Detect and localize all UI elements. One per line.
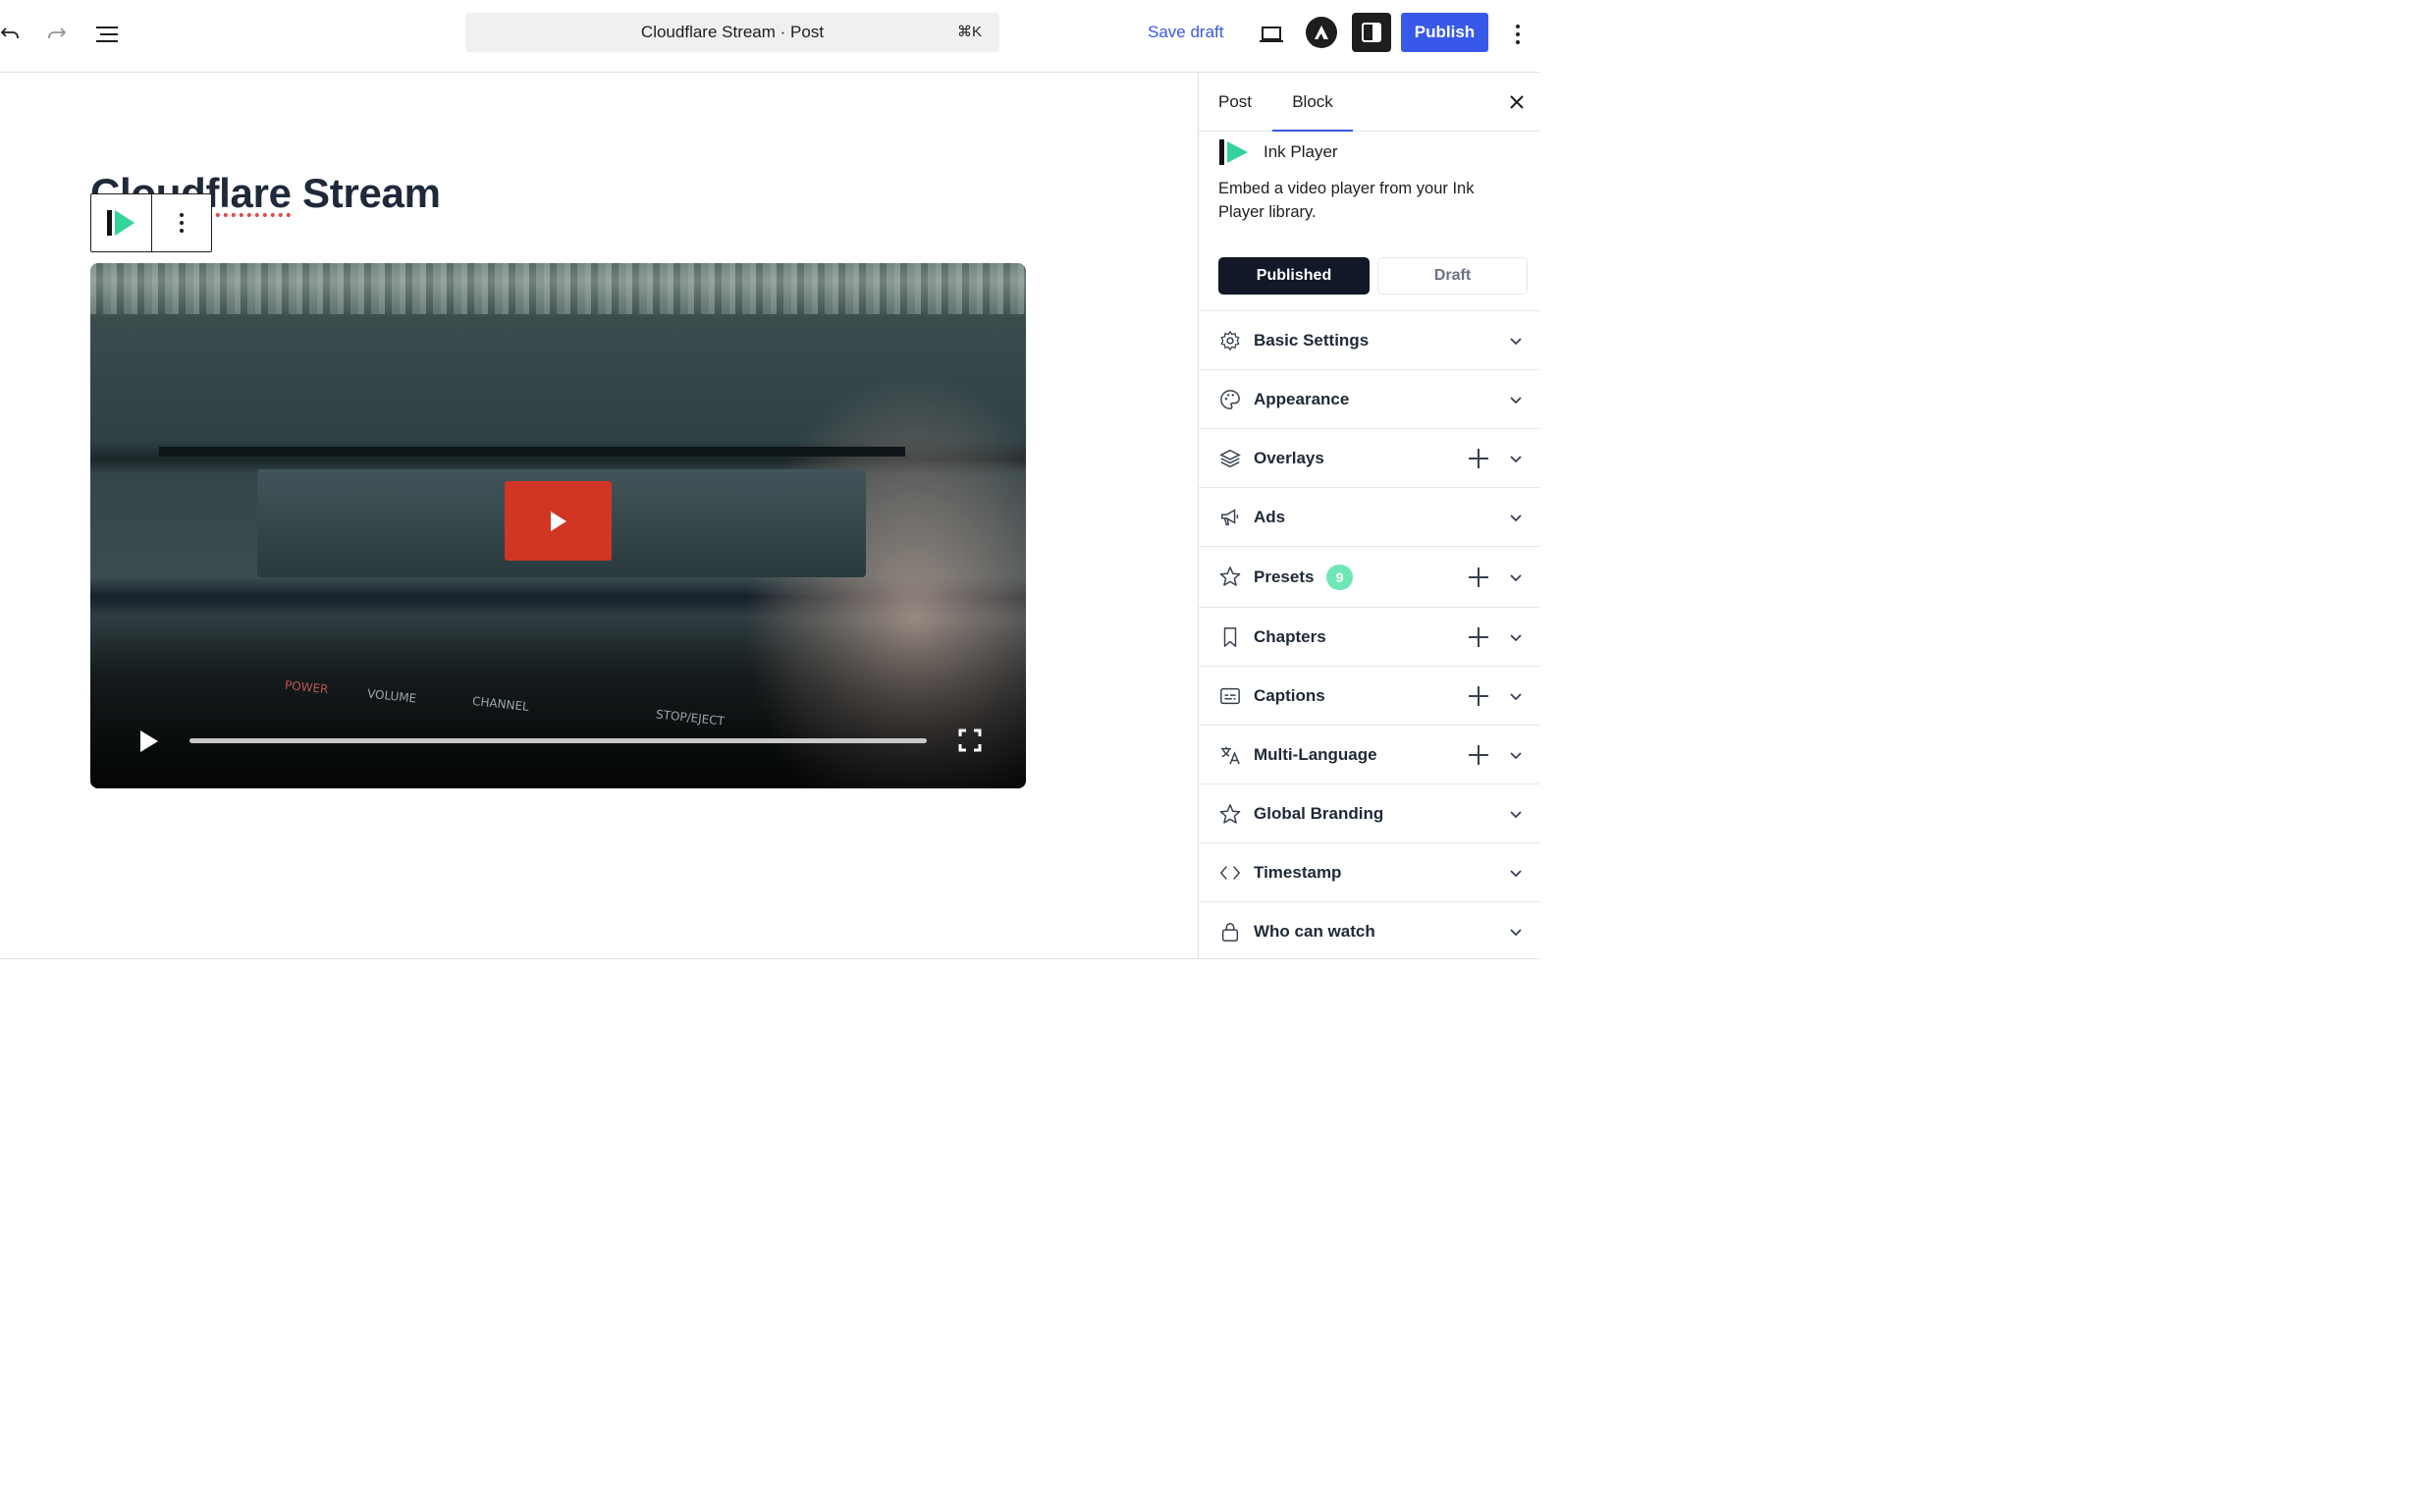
video-controls-gradient — [90, 621, 1026, 788]
section-label: Overlays — [1254, 449, 1324, 467]
add-icon[interactable] — [1468, 685, 1489, 707]
section-label: Global Branding — [1254, 804, 1384, 823]
section-label: Chapters — [1254, 627, 1326, 646]
section-global-branding[interactable]: Global Branding — [1199, 783, 1539, 842]
section-label: Captions — [1254, 686, 1325, 705]
ink-player-logo-icon — [1219, 139, 1248, 165]
fullscreen-icon[interactable] — [958, 729, 982, 752]
post-title-rest: Stream — [291, 170, 441, 216]
undo-icon[interactable] — [0, 17, 27, 52]
plugin-description: Embed a video player from your Ink Playe… — [1218, 180, 1475, 221]
add-icon[interactable] — [1468, 448, 1489, 469]
section-captions[interactable]: Captions — [1199, 666, 1539, 725]
video-frame-texture — [90, 263, 1026, 314]
section-label: Ads — [1254, 508, 1286, 526]
chevron-down-icon — [1510, 752, 1522, 760]
star-icon — [1219, 804, 1241, 824]
chevron-down-icon — [1510, 397, 1522, 405]
section-appearance[interactable]: Appearance — [1199, 369, 1539, 428]
more-options-icon[interactable] — [1500, 17, 1535, 52]
chevron-down-icon — [1510, 929, 1522, 937]
presets-count-badge: 9 — [1326, 565, 1353, 590]
settings-sidebar: Post Block Ink Player Embed a video play… — [1198, 73, 1539, 958]
add-icon[interactable] — [1468, 744, 1489, 766]
section-timestamp[interactable]: Timestamp — [1199, 842, 1539, 901]
sidebar-tabs: Post Block — [1199, 73, 1539, 132]
chevron-down-icon — [1510, 811, 1522, 819]
section-multi-language[interactable]: Multi-Language — [1199, 725, 1539, 783]
chevron-down-icon — [1510, 693, 1522, 701]
section-label: Presets — [1254, 567, 1315, 586]
block-options-icon[interactable] — [150, 194, 211, 251]
command-palette-button[interactable]: Cloudflare Stream · Post ⌘K — [465, 13, 999, 52]
sidebar-toggle-icon[interactable] — [1352, 13, 1391, 52]
chevron-down-icon — [1510, 514, 1522, 522]
chevron-down-icon — [1510, 574, 1522, 582]
video-frame-slot — [159, 447, 905, 457]
section-label: Who can watch — [1254, 922, 1375, 941]
layers-icon — [1219, 449, 1241, 468]
captions-icon — [1220, 687, 1240, 705]
section-basic-settings[interactable]: Basic Settings — [1199, 310, 1539, 369]
chevron-down-icon — [1510, 456, 1522, 463]
status-draft-button[interactable]: Draft — [1377, 257, 1528, 295]
lock-icon — [1221, 923, 1239, 942]
section-chapters[interactable]: Chapters — [1199, 607, 1539, 666]
block-toolbar — [90, 193, 212, 252]
code-icon — [1219, 866, 1241, 880]
add-icon[interactable] — [1468, 626, 1489, 648]
save-draft-button[interactable]: Save draft — [1148, 0, 1224, 65]
status-published-button[interactable]: Published — [1218, 257, 1370, 295]
preview-icon[interactable] — [1254, 17, 1289, 52]
section-ads[interactable]: Ads — [1199, 487, 1539, 546]
command-shortcut: ⌘K — [956, 24, 982, 40]
translate-icon — [1220, 746, 1240, 765]
redo-icon[interactable] — [39, 17, 75, 52]
editor-header: Cloudflare Stream · Post ⌘K Save draft P… — [0, 0, 1539, 73]
section-label: Timestamp — [1254, 863, 1342, 882]
close-icon[interactable] — [1508, 93, 1526, 111]
section-label: Appearance — [1254, 390, 1350, 408]
tab-post[interactable]: Post — [1218, 73, 1252, 132]
megaphone-icon — [1221, 509, 1239, 526]
section-label: Basic Settings — [1254, 331, 1370, 350]
publish-button[interactable]: Publish — [1401, 13, 1488, 52]
chevron-down-icon — [1510, 870, 1522, 878]
command-title: Cloudflare Stream · Post — [640, 23, 825, 41]
plugin-name: Ink Player — [1264, 142, 1338, 161]
video-player[interactable]: VOLUME CHANNEL STOP/EJECT POWER — [90, 263, 1026, 788]
section-presets[interactable]: Presets 9 — [1199, 546, 1539, 607]
gear-icon — [1220, 330, 1240, 351]
section-overlays[interactable]: Overlays — [1199, 428, 1539, 487]
ink-player-block-icon[interactable] — [91, 194, 151, 251]
plugin-header: Ink Player — [1218, 139, 1338, 165]
star-icon — [1219, 567, 1241, 586]
document-overview-icon[interactable] — [89, 17, 125, 52]
section-who-can-watch[interactable]: Who can watch — [1199, 901, 1539, 958]
chevron-down-icon — [1510, 634, 1522, 642]
play-icon[interactable] — [137, 729, 161, 754]
footer-divider — [0, 958, 1539, 959]
chevron-down-icon — [1510, 338, 1522, 346]
bookmark-icon — [1223, 627, 1237, 647]
avatar-icon[interactable] — [1306, 17, 1337, 48]
tab-block[interactable]: Block — [1272, 73, 1353, 132]
progress-bar[interactable] — [189, 738, 927, 743]
section-label: Multi-Language — [1254, 745, 1377, 764]
add-icon[interactable] — [1468, 567, 1489, 588]
big-play-button[interactable] — [505, 481, 612, 561]
palette-icon — [1220, 390, 1240, 409]
